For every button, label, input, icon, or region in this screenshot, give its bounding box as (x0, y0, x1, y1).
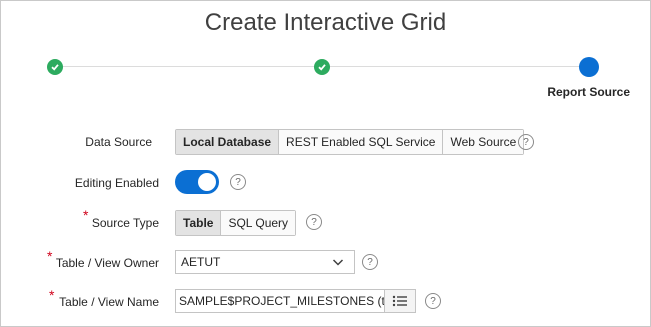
required-indicator: * (49, 287, 55, 303)
list-icon (392, 295, 407, 307)
editing-enabled-label: Editing Enabled (74, 176, 159, 190)
help-icon[interactable]: ? (362, 254, 378, 270)
table-owner-select[interactable]: AETUT (175, 250, 355, 274)
list-of-values-button[interactable] (385, 289, 416, 313)
wizard-step-label: Report Source (547, 85, 630, 99)
required-indicator: * (83, 207, 89, 223)
source-type-segmented: Table SQL Query (175, 210, 297, 236)
required-indicator: * (47, 248, 53, 264)
editing-enabled-toggle[interactable] (175, 170, 219, 194)
wizard-step-3-current (579, 57, 599, 77)
table-name-label: Table / View Name (59, 295, 159, 309)
dialog-title: Create Interactive Grid (204, 9, 447, 36)
help-icon[interactable]: ? (425, 293, 441, 309)
help-icon[interactable]: ? (306, 214, 322, 230)
source-type-option-sql-query[interactable]: SQL Query (221, 211, 296, 235)
source-type-label: Source Type (91, 216, 159, 230)
source-type-option-table[interactable]: Table (176, 211, 222, 235)
table-name-input[interactable]: SAMPLE$PROJECT_MILESTONES (table) (175, 289, 385, 313)
data-source-label: Data Source (85, 135, 152, 149)
data-source-option-rest-sql[interactable]: REST Enabled SQL Service (279, 130, 444, 154)
table-owner-label: Table / View Owner (55, 256, 159, 270)
check-icon (318, 64, 326, 71)
toggle-knob (198, 173, 216, 191)
table-owner-value: AETUT (181, 255, 221, 269)
data-source-segmented: Local Database REST Enabled SQL Service … (175, 129, 525, 155)
dialog-frame (0, 0, 651, 327)
help-icon[interactable]: ? (518, 134, 534, 150)
wizard-step-2[interactable] (314, 59, 330, 75)
chevron-down-icon (332, 259, 344, 266)
data-source-option-local-database[interactable]: Local Database (176, 130, 280, 154)
check-icon (51, 64, 59, 71)
help-icon[interactable]: ? (230, 174, 246, 190)
wizard-step-1[interactable] (47, 59, 63, 75)
data-source-option-web-source[interactable]: Web Source (443, 130, 524, 154)
